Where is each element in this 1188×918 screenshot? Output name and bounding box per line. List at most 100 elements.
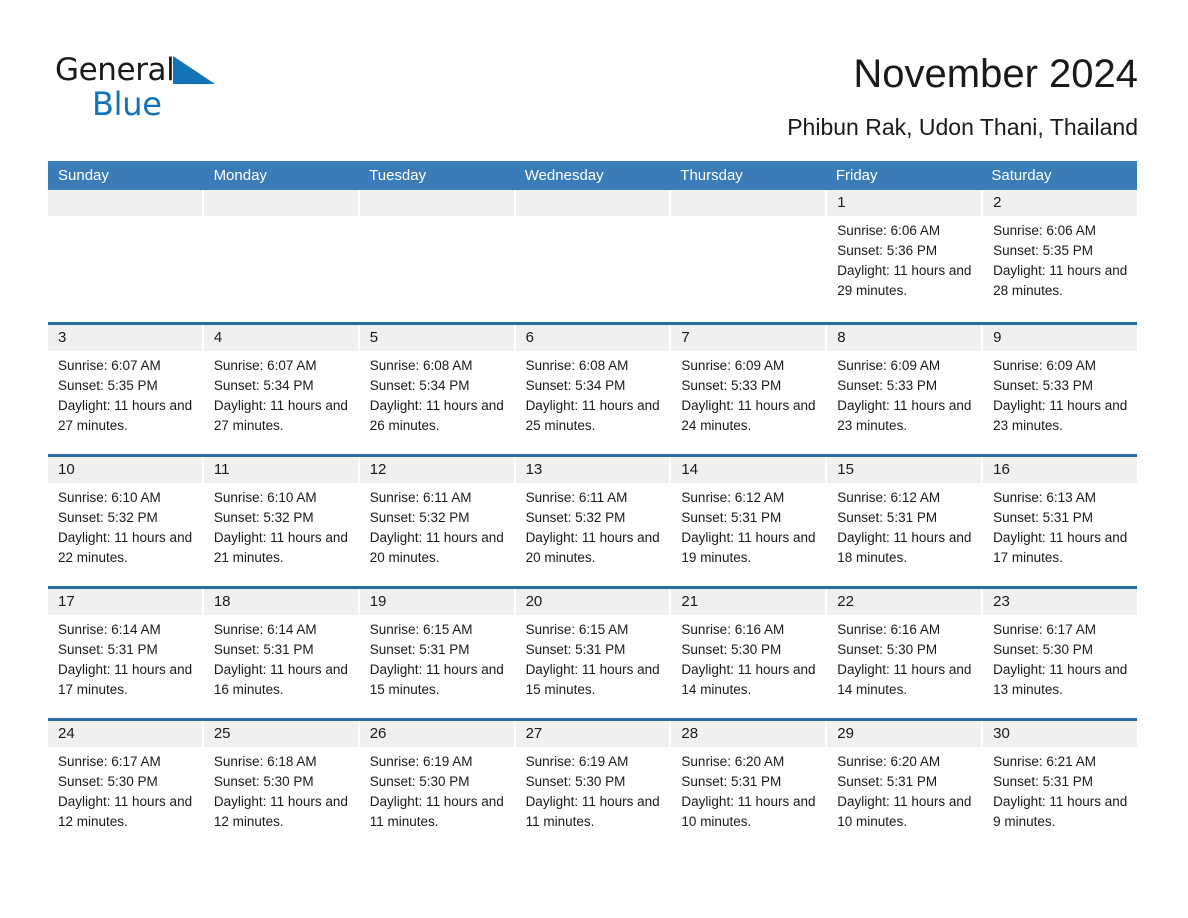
day-cell[interactable]: 6 Sunrise: 6:08 AM Sunset: 5:34 PM Daylight… xyxy=(515,325,670,454)
title-block: November 2024 Phibun Rak, Udon Thani, Th… xyxy=(787,48,1138,142)
day-cell-empty xyxy=(48,190,202,322)
day-number-band: 27 xyxy=(515,721,670,747)
day-cell[interactable]: 17 Sunrise: 6:14 AM Sunset: 5:31 PM Dayligh… xyxy=(48,589,202,718)
calendar-week-row: 10 Sunrise: 6:10 AM Sunset: 5:32 PM Dayligh… xyxy=(48,454,1137,586)
day-cell[interactable]: 8 Sunrise: 6:09 AM Sunset: 5:33 PM Daylight… xyxy=(827,325,982,454)
day-cell[interactable]: 29 Sunrise: 6:20 AM Sunset: 5:31 PM Dayligh… xyxy=(827,721,982,850)
sunrise-text: Sunrise: 6:09 AM xyxy=(837,358,941,373)
sunrise-text: Sunrise: 6:20 AM xyxy=(837,754,941,769)
daylight-text: Daylight: 11 hours and 19 minutes. xyxy=(681,530,816,565)
day-info: Sunrise: 6:08 AM Sunset: 5:34 PM Daylight:… xyxy=(360,351,514,436)
weekday-header-thursday: Thursday xyxy=(680,167,743,184)
daylight-text: Daylight: 11 hours and 20 minutes. xyxy=(369,530,504,565)
daylight-text: Daylight: 11 hours and 10 minutes. xyxy=(681,794,816,829)
day-cell[interactable]: 3 Sunrise: 6:07 AM Sunset: 5:35 PM Daylight… xyxy=(48,325,202,454)
sunset-text: Sunset: 5:31 PM xyxy=(681,774,782,789)
day-cell[interactable]: 27 Sunrise: 6:19 AM Sunset: 5:30 PM Dayligh… xyxy=(515,721,670,850)
sunrise-text: Sunrise: 6:17 AM xyxy=(993,622,1096,637)
daylight-text: Daylight: 11 hours and 14 minutes. xyxy=(681,662,816,697)
day-cell[interactable]: 12 Sunrise: 6:11 AM Sunset: 5:32 PM Dayligh… xyxy=(359,457,514,586)
day-cell[interactable]: 24 Sunrise: 6:17 AM Sunset: 5:30 PM Dayligh… xyxy=(48,721,202,850)
day-number-band: 13 xyxy=(515,457,670,483)
page-header: General Blue November 2024 Phibun Rak, U… xyxy=(0,0,1188,142)
day-info: Sunrise: 6:13 AM Sunset: 5:31 PM Daylight:… xyxy=(983,483,1137,568)
day-number-band: 10 xyxy=(48,457,202,483)
day-cell[interactable]: 22 Sunrise: 6:16 AM Sunset: 5:30 PM Dayligh… xyxy=(827,589,982,718)
day-cell[interactable]: 18 Sunrise: 6:14 AM Sunset: 5:31 PM Dayligh… xyxy=(203,589,358,718)
day-number-band: 15 xyxy=(827,457,982,483)
day-cell[interactable]: 30 Sunrise: 6:21 AM Sunset: 5:31 PM Dayligh… xyxy=(983,721,1137,850)
day-cell[interactable]: 16 Sunrise: 6:13 AM Sunset: 5:31 PM Dayligh… xyxy=(983,457,1137,586)
day-info: Sunrise: 6:18 AM Sunset: 5:30 PM Daylight:… xyxy=(204,747,358,832)
day-info: Sunrise: 6:20 AM Sunset: 5:31 PM Daylight:… xyxy=(671,747,825,832)
day-number-band: 3 xyxy=(48,325,202,351)
day-cell[interactable]: 5 Sunrise: 6:08 AM Sunset: 5:34 PM Daylight… xyxy=(359,325,514,454)
sunrise-text: Sunrise: 6:18 AM xyxy=(213,754,317,769)
daylight-text: Daylight: 11 hours and 16 minutes. xyxy=(213,662,348,697)
day-number-band xyxy=(515,190,670,216)
daylight-text: Daylight: 11 hours and 25 minutes. xyxy=(525,398,660,433)
day-cell[interactable]: 13 Sunrise: 6:11 AM Sunset: 5:32 PM Dayligh… xyxy=(515,457,670,586)
calendar-week-row: 17 Sunrise: 6:14 AM Sunset: 5:31 PM Dayligh… xyxy=(48,586,1137,718)
day-number-band: 12 xyxy=(359,457,514,483)
day-cell[interactable]: 10 Sunrise: 6:10 AM Sunset: 5:32 PM Dayligh… xyxy=(48,457,202,586)
day-info: Sunrise: 6:12 AM Sunset: 5:31 PM Daylight:… xyxy=(827,483,981,568)
logo-triangle-icon xyxy=(173,56,216,84)
day-number: 11 xyxy=(213,461,230,478)
sunset-text: Sunset: 5:32 PM xyxy=(58,510,158,525)
day-number: 12 xyxy=(369,461,387,478)
day-cell[interactable]: 28 Sunrise: 6:20 AM Sunset: 5:31 PM Dayligh… xyxy=(671,721,826,850)
day-info: Sunrise: 6:21 AM Sunset: 5:31 PM Daylight:… xyxy=(983,747,1137,832)
day-number: 19 xyxy=(369,593,387,610)
sunrise-text: Sunrise: 6:19 AM xyxy=(369,754,473,769)
day-number: 16 xyxy=(993,461,1010,478)
sunrise-text: Sunrise: 6:16 AM xyxy=(837,622,941,637)
day-number-band: 23 xyxy=(983,589,1137,615)
day-cell[interactable]: 23 Sunrise: 6:17 AM Sunset: 5:30 PM Dayligh… xyxy=(983,589,1137,718)
daylight-text: Daylight: 11 hours and 10 minutes. xyxy=(837,794,972,829)
daylight-text: Daylight: 11 hours and 20 minutes. xyxy=(525,530,660,565)
sunset-text: Sunset: 5:31 PM xyxy=(993,774,1093,789)
weekday-header-friday: Friday xyxy=(835,167,878,184)
day-cell[interactable]: 20 Sunrise: 6:15 AM Sunset: 5:31 PM Dayligh… xyxy=(515,589,670,718)
daylight-text: Daylight: 11 hours and 14 minutes. xyxy=(837,662,972,697)
sunset-text: Sunset: 5:31 PM xyxy=(369,642,470,657)
day-cell[interactable]: 2 Sunrise: 6:06 AM Sunset: 5:35 PM Daylight… xyxy=(983,190,1137,322)
day-cell[interactable]: 19 Sunrise: 6:15 AM Sunset: 5:31 PM Dayligh… xyxy=(359,589,514,718)
day-info: Sunrise: 6:08 AM Sunset: 5:34 PM Daylight:… xyxy=(516,351,670,436)
day-number-band xyxy=(48,190,202,216)
sunset-text: Sunset: 5:33 PM xyxy=(993,378,1093,393)
day-number: 5 xyxy=(369,329,379,346)
day-cell[interactable]: 9 Sunrise: 6:09 AM Sunset: 5:33 PM Daylight… xyxy=(983,325,1137,454)
sunset-text: Sunset: 5:32 PM xyxy=(213,510,314,525)
day-cell[interactable]: 1 Sunrise: 6:06 AM Sunset: 5:36 PM Daylight… xyxy=(827,190,982,322)
day-cell[interactable]: 11 Sunrise: 6:10 AM Sunset: 5:32 PM Dayligh… xyxy=(203,457,358,586)
sunset-text: Sunset: 5:30 PM xyxy=(681,642,782,657)
day-number: 17 xyxy=(58,593,75,610)
day-cell[interactable]: 14 Sunrise: 6:12 AM Sunset: 5:31 PM Dayligh… xyxy=(671,457,826,586)
calendar-grid: Sunday Monday Tuesday Wednesday Thursday… xyxy=(48,161,1137,850)
day-cell[interactable]: 7 Sunrise: 6:09 AM Sunset: 5:33 PM Daylight… xyxy=(671,325,826,454)
day-cell[interactable]: 25 Sunrise: 6:18 AM Sunset: 5:30 PM Dayligh… xyxy=(203,721,358,850)
sunrise-text: Sunrise: 6:11 AM xyxy=(369,490,472,505)
day-number: 27 xyxy=(525,725,543,742)
daylight-text: Daylight: 11 hours and 27 minutes. xyxy=(213,398,348,433)
sunrise-text: Sunrise: 6:15 AM xyxy=(369,622,473,637)
day-cell[interactable]: 26 Sunrise: 6:19 AM Sunset: 5:30 PM Dayligh… xyxy=(359,721,514,850)
location-subtitle: Phibun Rak, Udon Thani, Thailand xyxy=(787,114,1138,140)
day-number: 1 xyxy=(837,194,846,211)
daylight-text: Daylight: 11 hours and 23 minutes. xyxy=(993,398,1128,433)
day-number-band: 18 xyxy=(203,589,358,615)
general-blue-logo[interactable]: General Blue xyxy=(55,48,216,126)
daylight-text: Daylight: 11 hours and 21 minutes. xyxy=(213,530,348,565)
day-cell[interactable]: 21 Sunrise: 6:16 AM Sunset: 5:30 PM Dayligh… xyxy=(671,589,826,718)
day-cell[interactable]: 15 Sunrise: 6:12 AM Sunset: 5:31 PM Dayligh… xyxy=(827,457,982,586)
sunrise-text: Sunrise: 6:10 AM xyxy=(213,490,317,505)
day-number: 24 xyxy=(58,725,75,742)
day-cell[interactable]: 4 Sunrise: 6:07 AM Sunset: 5:34 PM Daylight… xyxy=(203,325,358,454)
day-info: Sunrise: 6:09 AM Sunset: 5:33 PM Daylight:… xyxy=(983,351,1137,436)
day-number-band: 6 xyxy=(515,325,670,351)
daylight-text: Daylight: 11 hours and 15 minutes. xyxy=(369,662,504,697)
day-number: 2 xyxy=(993,194,1002,211)
day-number-band: 2 xyxy=(983,190,1137,216)
